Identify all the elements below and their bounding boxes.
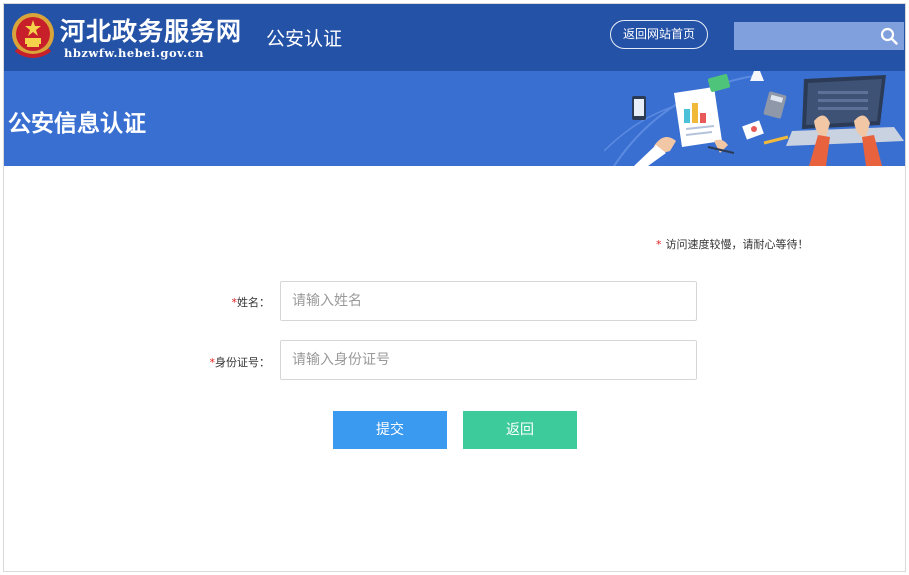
- name-input[interactable]: [280, 281, 697, 321]
- search-input[interactable]: [734, 22, 874, 50]
- notice-text: 访问速度较慢，请耐心等待！: [665, 238, 809, 251]
- name-label: *姓名：: [180, 294, 271, 310]
- search-box: [734, 22, 904, 50]
- search-icon[interactable]: [880, 27, 898, 45]
- back-button[interactable]: 返回: [463, 411, 577, 449]
- site-header: 河北政务服务网 hbzwfw.hebei.gov.cn 公安认证 返回网站首页: [4, 4, 905, 71]
- office-illustration-icon: [604, 71, 904, 166]
- site-name[interactable]: 河北政务服务网: [60, 12, 242, 48]
- home-link-button[interactable]: 返回网站首页: [610, 20, 708, 49]
- loading-notice: * 访问速度较慢，请耐心等待！: [656, 236, 809, 252]
- section-title: 公安认证: [266, 28, 343, 50]
- id-number-label: *身份证号：: [180, 354, 271, 370]
- id-number-input[interactable]: [280, 340, 697, 380]
- banner-title: 公安信息认证: [8, 111, 146, 137]
- name-label-text: 姓名：: [237, 296, 270, 309]
- national-emblem-icon: [12, 13, 54, 58]
- page-frame: 河北政务服务网 hbzwfw.hebei.gov.cn 公安认证 返回网站首页 …: [3, 3, 906, 572]
- site-url: hbzwfw.hebei.gov.cn: [64, 46, 205, 60]
- banner: 公安信息认证: [4, 71, 905, 166]
- notice-star: *: [656, 238, 662, 251]
- submit-button[interactable]: 提交: [333, 411, 447, 449]
- id-label-text: 身份证号：: [215, 356, 270, 369]
